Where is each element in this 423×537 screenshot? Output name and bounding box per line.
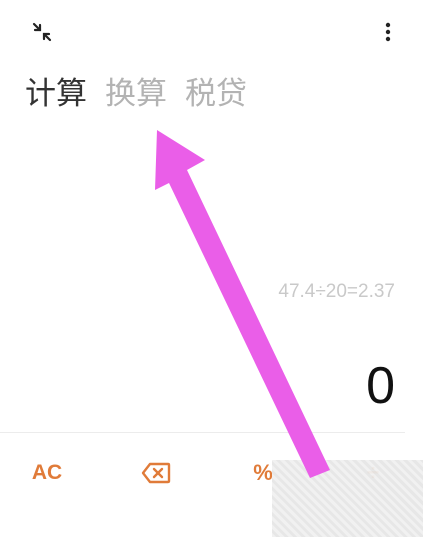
blurred-watermark-area [272,460,423,537]
backspace-icon [141,462,171,484]
more-vertical-icon [385,22,391,42]
tab-tax-loan[interactable]: 税贷 [185,74,247,114]
mode-tabs: 计算 换算 税贷 [25,72,247,116]
result-display: 0 [366,357,395,415]
tab-convert[interactable]: 换算 [105,74,167,114]
top-bar [0,0,423,68]
backspace-button[interactable] [136,455,176,491]
tab-calculate[interactable]: 计算 [25,74,87,114]
calculator-app: 计算 换算 税贷 47.4÷20=2.37 0 AC % ÷ [0,0,423,537]
history-expression: 47.4÷20=2.37 [278,281,395,302]
more-options-button[interactable] [376,20,400,44]
collapse-icon [32,22,52,42]
arrow-shape [155,130,330,478]
all-clear-button[interactable]: AC [22,455,72,491]
collapse-button[interactable] [30,20,54,44]
